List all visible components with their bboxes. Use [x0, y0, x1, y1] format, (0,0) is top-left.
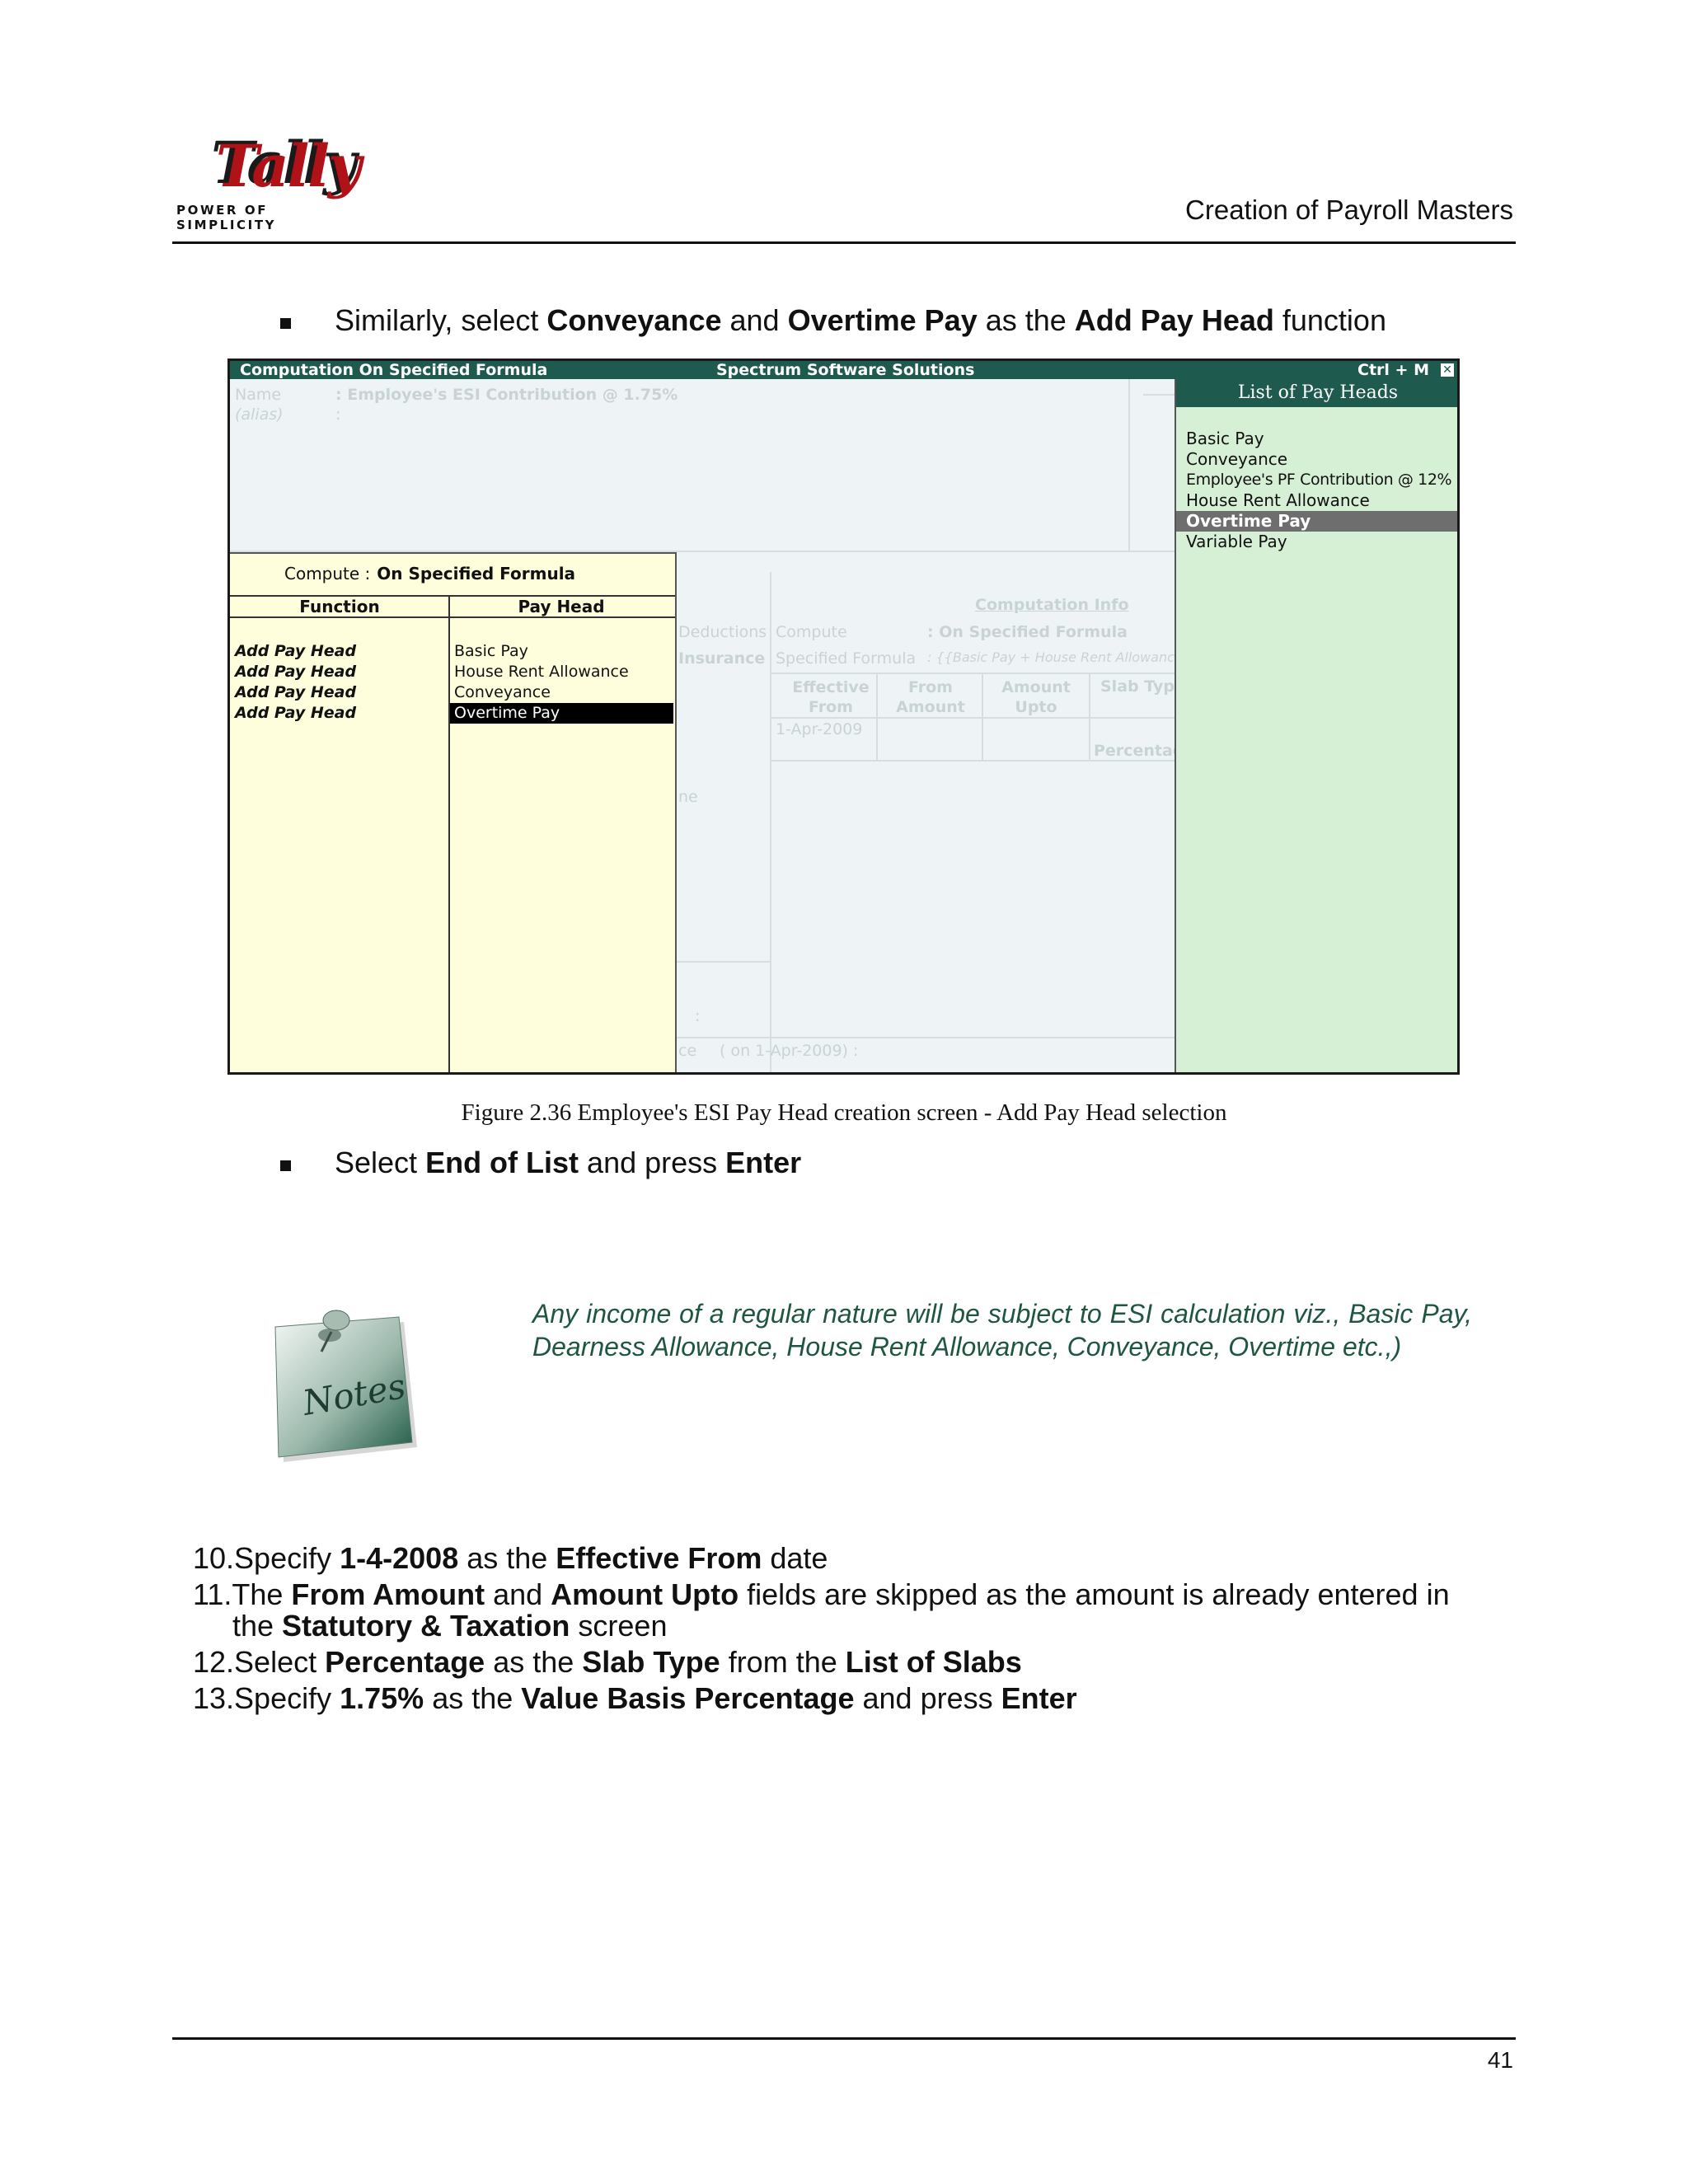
pay-head-option[interactable]: Employee's PF Contribution @ 12%	[1176, 470, 1457, 490]
pay-head-cell-selected[interactable]: Overtime Pay	[450, 703, 673, 724]
tally-screenshot: Computation On Specified Formula Spectru…	[227, 359, 1460, 1075]
computation-info-heading: Computation Info	[975, 596, 1129, 614]
slab-row-type: Percentag	[1094, 742, 1184, 760]
logo-tagline: POWER OF SIMPLICITY	[176, 203, 277, 232]
formula-compute-label: Compute :	[284, 564, 371, 583]
window-titlebar: Computation On Specified Formula Spectru…	[230, 361, 1457, 379]
formula-column-headers: Function Pay Head	[230, 595, 675, 618]
name-label: Name	[235, 386, 282, 404]
column-pay-head: Pay Head	[518, 597, 605, 616]
function-cell: Add Pay Head	[235, 663, 357, 681]
function-cell: Add Pay Head	[235, 704, 357, 722]
close-icon[interactable]: ✕	[1441, 363, 1454, 377]
chapter-title: Creation of Payroll Masters	[1185, 194, 1513, 225]
pay-head-option[interactable]: Variable Pay	[1176, 532, 1457, 552]
divider	[771, 760, 1175, 762]
note-text: Any income of a regular nature will be s…	[532, 1299, 1472, 1361]
shortcut-label: Ctrl + M	[1357, 361, 1429, 379]
insurance-label: Insurance	[678, 649, 766, 668]
formula-compute: Compute : On Specified Formula	[284, 564, 575, 583]
alias-label: (alias)	[235, 405, 284, 424]
col-from-amount: From Amount	[896, 678, 965, 716]
pay-heads-list-title: List of Pay Heads	[1176, 379, 1457, 407]
header-rule	[172, 241, 1516, 244]
formula-compute-value: On Specified Formula	[377, 564, 576, 583]
background-fragment: ce	[678, 1042, 697, 1060]
divider	[1143, 394, 1175, 396]
name-value: : Employee's ESI Contribution @ 1.75%	[335, 386, 678, 404]
figure-caption: Figure 2.36 Employee's ESI Pay Head crea…	[461, 1099, 1227, 1126]
background-fragment: ne	[678, 788, 698, 806]
specified-formula-label: Specified Formula	[776, 649, 917, 668]
function-cell: Add Pay Head	[235, 642, 357, 660]
pay-head-cell: Basic Pay	[454, 642, 528, 660]
bullet-select-conveyance-overtime: Similarly, select Conveyance and Overtim…	[280, 303, 1386, 338]
divider	[982, 674, 983, 760]
pay-head-option[interactable]: House Rent Allowance	[1176, 490, 1457, 511]
divider	[1128, 379, 1130, 552]
formula-row-selected[interactable]: Add Pay Head Overtime Pay	[230, 703, 675, 724]
divider	[771, 717, 1175, 719]
tally-logo: Tally Tally POWER OF SIMPLICITY	[175, 129, 373, 232]
page-number: 41	[1487, 2047, 1513, 2073]
pay-head-cell: Conveyance	[454, 683, 551, 701]
company-name: Spectrum Software Solutions	[716, 361, 975, 379]
function-cell: Add Pay Head	[235, 683, 357, 701]
notes-icon: Notes	[272, 1302, 420, 1467]
formula-row[interactable]: Add Pay Head Basic Pay	[230, 641, 675, 662]
compute-label: Compute	[776, 623, 847, 641]
formula-row[interactable]: Add Pay Head Conveyance	[230, 682, 675, 703]
step-13: 13.Specify 1.75% as the Value Basis Perc…	[193, 1681, 1077, 1715]
col-amount-upto: Amount Upto	[1001, 678, 1071, 716]
logo-word: Tally	[216, 132, 362, 200]
pay-head-option[interactable]: Conveyance	[1176, 449, 1457, 470]
col-slab-type: Slab Typ	[1100, 677, 1175, 696]
list-of-pay-heads: List of Pay Heads Basic Pay Conveyance E…	[1175, 379, 1457, 1072]
divider	[677, 961, 771, 963]
pay-head-option[interactable]: Basic Pay	[1176, 429, 1457, 449]
step-10: 10.Specify 1-4-2008 as the Effective Fro…	[193, 1541, 828, 1575]
formula-row[interactable]: Add Pay Head House Rent Allowance	[230, 662, 675, 682]
pay-head-cell: House Rent Allowance	[454, 663, 629, 681]
opening-date-label: ( on 1-Apr-2009) :	[720, 1042, 859, 1060]
bullet-select-end-of-list: Select End of List and press Enter	[279, 1146, 802, 1180]
step-12: 12.Select Percentage as the Slab Type fr…	[193, 1645, 1022, 1679]
divider	[1089, 674, 1090, 760]
divider	[677, 1037, 1175, 1038]
footer-rule	[172, 2037, 1516, 2040]
bullet-text: Select End of List and press Enter	[335, 1146, 802, 1179]
compute-value: : On Specified Formula	[927, 623, 1128, 641]
deductions-label: Deductions	[678, 623, 767, 641]
divider	[771, 673, 1175, 674]
bullet-text: Similarly, select Conveyance and Overtim…	[335, 303, 1386, 337]
formula-panel: Compute : On Specified Formula Function P…	[230, 552, 677, 1072]
window-title: Computation On Specified Formula	[240, 361, 548, 379]
step-11: 11.The From Amount and Amount Upto field…	[193, 1577, 1450, 1643]
step-11-continuation: the Statutory & Taxation screen	[232, 1609, 668, 1643]
slab-row-date: 1-Apr-2009	[776, 720, 863, 738]
divider	[770, 572, 771, 1072]
pay-head-option-selected[interactable]: Overtime Pay	[1176, 511, 1457, 532]
divider	[876, 674, 878, 760]
column-function: Function	[299, 597, 380, 616]
alias-colon: :	[335, 405, 341, 424]
col-effective-from: Effective From	[792, 678, 870, 716]
background-fragment: :	[695, 1007, 701, 1025]
